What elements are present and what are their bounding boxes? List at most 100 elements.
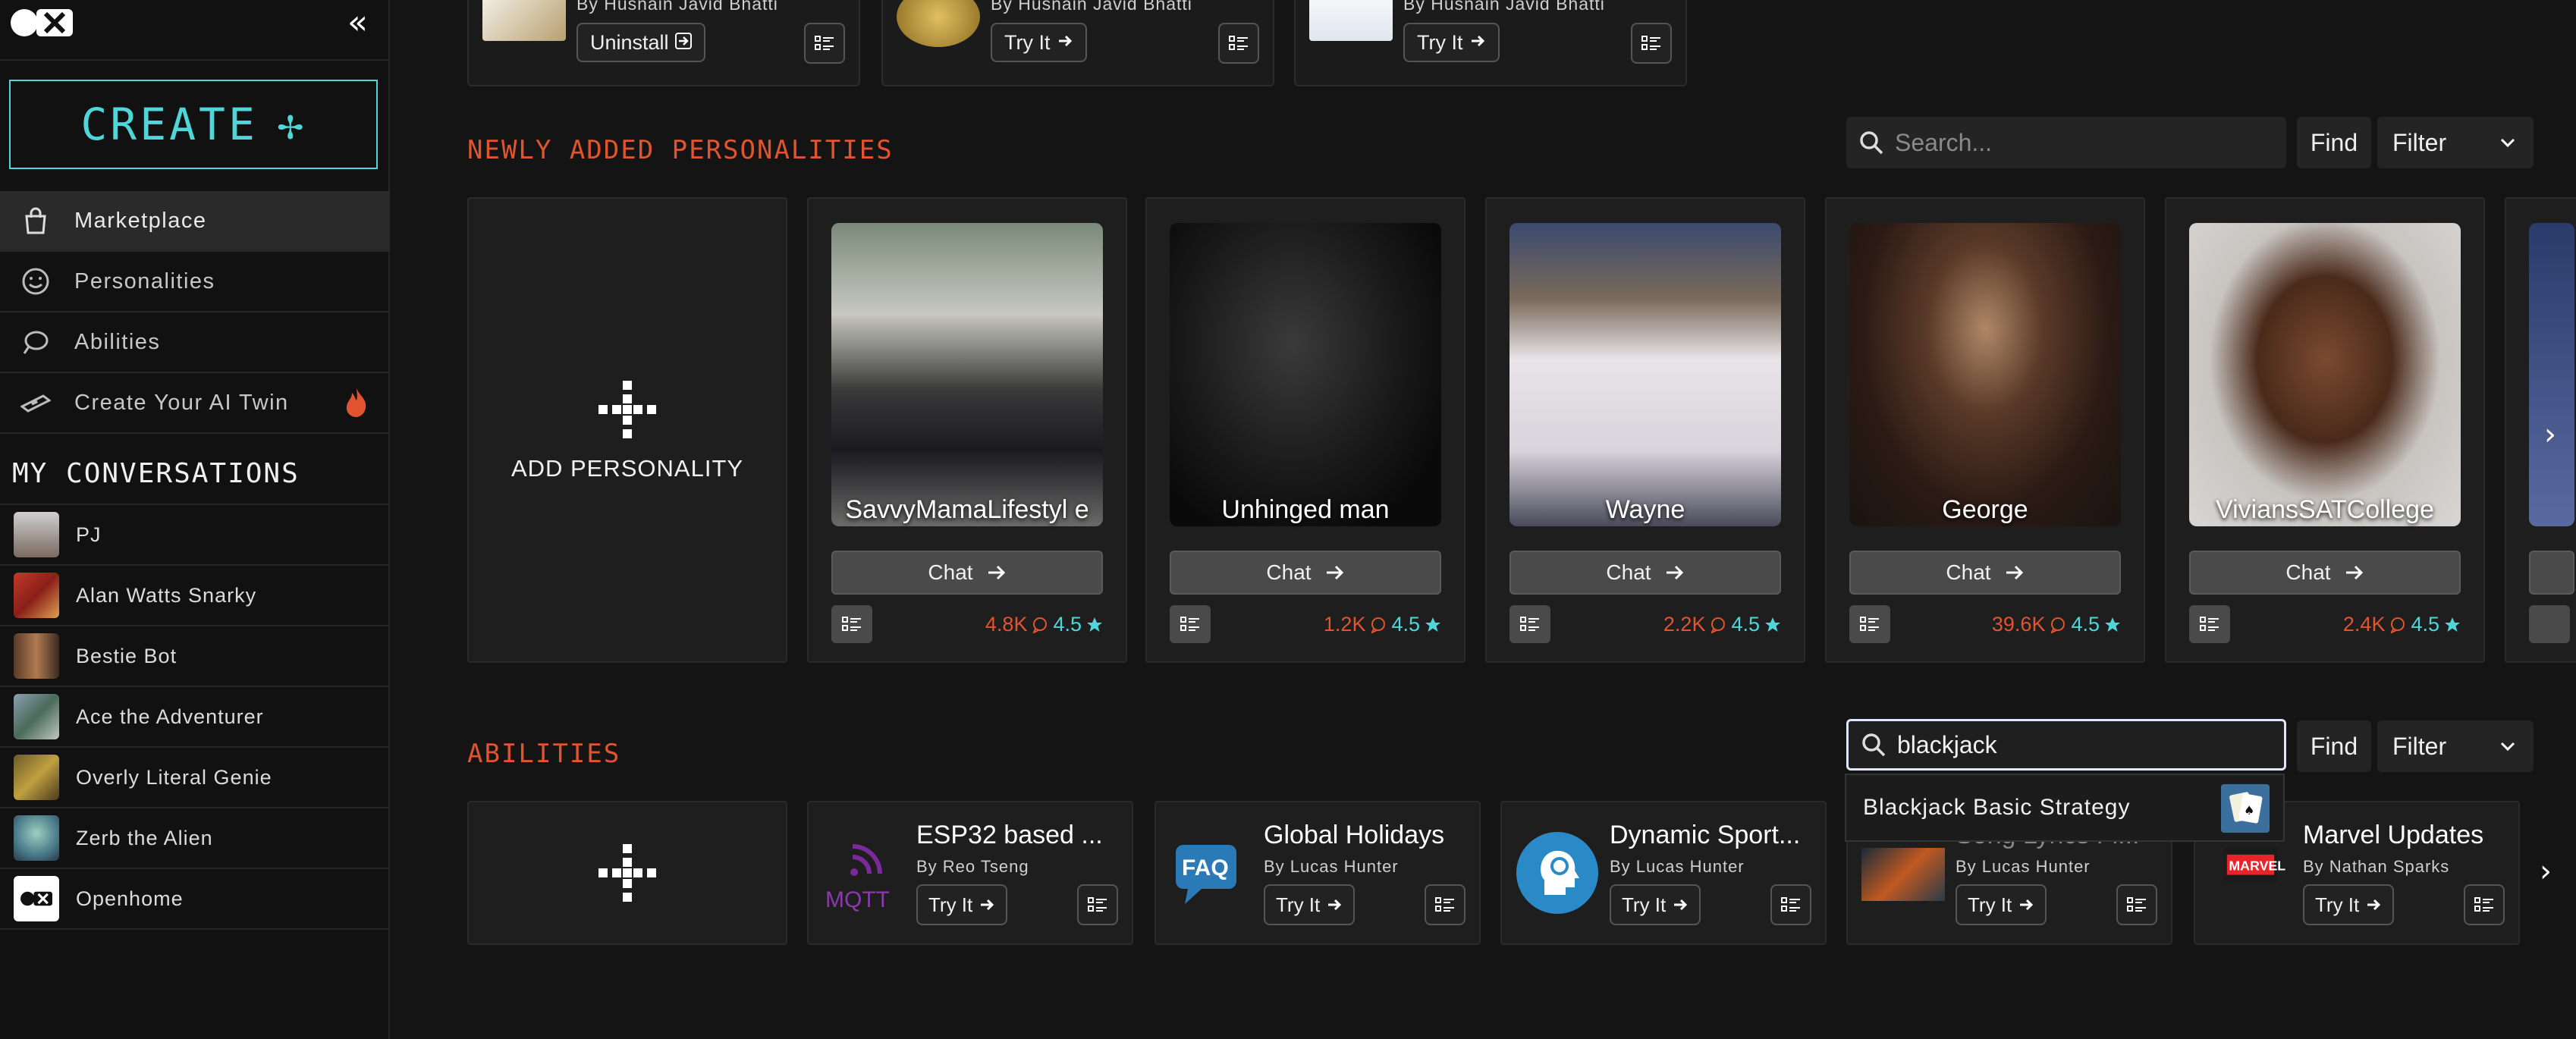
personality-card: Unhinged man Chat 1.2K 4.5 bbox=[1145, 197, 1465, 663]
personalities-search-input[interactable]: Search... bbox=[1846, 117, 2286, 168]
chat-button[interactable]: Chat bbox=[831, 551, 1103, 595]
details-button[interactable] bbox=[1770, 884, 1811, 925]
personality-stats: 2.2K 4.5 bbox=[1663, 613, 1781, 636]
details-button[interactable] bbox=[1218, 23, 1259, 64]
filter-label: Filter bbox=[2392, 128, 2447, 156]
details-button[interactable] bbox=[831, 605, 872, 643]
try-it-button[interactable]: Try It bbox=[1956, 884, 2047, 925]
conversation-item[interactable]: Alan Watts Snarky bbox=[0, 566, 390, 626]
chat-button[interactable]: Chat bbox=[1849, 551, 2121, 595]
avatar bbox=[14, 573, 59, 618]
abilities-find-button[interactable]: Find bbox=[2297, 720, 2371, 772]
nav-personalities[interactable]: Personalities bbox=[0, 252, 390, 312]
ability-author: By Nathan Sparks bbox=[2303, 857, 2450, 876]
conversation-item[interactable]: Bestie Bot bbox=[0, 626, 390, 687]
abilities-next-icon[interactable]: › bbox=[2540, 854, 2552, 889]
personality-card: SavvyMamaLifestyl e Chat 4.8K 4.5 bbox=[807, 197, 1127, 663]
details-button[interactable] bbox=[1077, 884, 1118, 925]
try-it-button[interactable]: Try It bbox=[916, 884, 1008, 925]
personality-photo[interactable] bbox=[1170, 223, 1441, 526]
details-button[interactable] bbox=[1170, 605, 1211, 643]
personality-stats: 1.2K 4.5 bbox=[1324, 613, 1441, 636]
arrow-right-icon bbox=[981, 899, 994, 911]
ability-thumbnail bbox=[482, 0, 566, 41]
shopping-bag-icon bbox=[20, 205, 52, 237]
mqtt-icon: MQTT bbox=[825, 844, 890, 912]
details-button[interactable] bbox=[2464, 884, 2505, 925]
abilities-filter-dropdown[interactable]: Filter bbox=[2377, 720, 2534, 772]
search-icon bbox=[1862, 733, 1886, 757]
details-button[interactable] bbox=[2116, 884, 2157, 925]
chat-button[interactable]: Chat bbox=[1509, 551, 1781, 595]
conversation-item[interactable]: Overly Literal Genie bbox=[0, 748, 390, 808]
create-button[interactable]: CREATE ✢ bbox=[9, 80, 378, 169]
conversation-item[interactable]: PJ bbox=[0, 505, 390, 566]
arrow-right-icon bbox=[2367, 899, 2381, 911]
my-conversations-title: MY CONVERSATIONS bbox=[12, 458, 300, 489]
chat-bubble-icon bbox=[1032, 617, 1048, 633]
try-it-button[interactable]: Try It bbox=[1403, 23, 1500, 62]
chat-count: 2.2K bbox=[1663, 613, 1706, 636]
try-it-button[interactable]: Try It bbox=[2303, 884, 2395, 925]
uninstall-button[interactable]: Uninstall bbox=[576, 23, 705, 62]
try-it-button[interactable]: Try It bbox=[1610, 884, 1701, 925]
nav-label: Personalities bbox=[74, 268, 215, 293]
nav-abilities[interactable]: Abilities bbox=[0, 312, 390, 373]
personality-photo[interactable] bbox=[1849, 223, 2121, 526]
personality-name: ViviansSATCollege bbox=[2216, 495, 2434, 524]
personality-photo[interactable] bbox=[831, 223, 1103, 526]
ability-card: FAQ Global Holidays By Lucas Hunter Try … bbox=[1154, 801, 1481, 945]
openhome-avatar bbox=[14, 876, 59, 921]
collapse-sidebar-icon[interactable]: « bbox=[347, 6, 368, 39]
faq-icon: FAQ bbox=[1176, 845, 1236, 904]
app-root: « CREATE ✢ Marketplace Personalities Abi… bbox=[0, 0, 2576, 1039]
chat-label: Chat bbox=[2285, 560, 2331, 584]
personalities-filter-dropdown[interactable]: Filter bbox=[2377, 117, 2534, 168]
star-icon bbox=[2445, 617, 2460, 632]
avatar bbox=[14, 633, 59, 679]
try-it-button[interactable]: Try It bbox=[991, 23, 1087, 62]
star-icon bbox=[1087, 617, 1102, 632]
details-button[interactable] bbox=[804, 23, 845, 64]
chat-label: Chat bbox=[1606, 560, 1651, 584]
personality-photo[interactable] bbox=[2529, 223, 2574, 526]
personalities-find-button[interactable]: Find bbox=[2297, 117, 2371, 168]
personality-stats: 4.8K 4.5 bbox=[985, 613, 1103, 636]
arrow-right-icon bbox=[1057, 31, 1073, 55]
details-button[interactable] bbox=[1509, 605, 1550, 643]
chat-bubble-icon bbox=[2390, 617, 2405, 633]
nav-marketplace[interactable]: Marketplace bbox=[0, 191, 390, 252]
chat-button[interactable]: Chat bbox=[1170, 551, 1441, 595]
avatar bbox=[14, 755, 59, 800]
details-button[interactable] bbox=[1631, 23, 1672, 64]
ability-card: By Husnain Javid Bhatti Try It bbox=[881, 0, 1274, 86]
details-button[interactable] bbox=[1425, 884, 1465, 925]
abilities-search-input[interactable]: blackjack bbox=[1846, 719, 2286, 771]
list-icon bbox=[2127, 897, 2146, 912]
add-ability-button[interactable] bbox=[467, 801, 787, 945]
details-button[interactable] bbox=[2529, 605, 2570, 643]
plus-icon bbox=[598, 844, 656, 902]
conversation-item[interactable]: Openhome bbox=[0, 869, 390, 930]
chat-button[interactable]: Chat bbox=[2189, 551, 2461, 595]
openhome-logo[interactable] bbox=[9, 6, 74, 39]
details-button[interactable] bbox=[1849, 605, 1890, 643]
try-it-button[interactable]: Try It bbox=[1264, 884, 1356, 925]
details-button[interactable] bbox=[2189, 605, 2230, 643]
try-it-label: Try It bbox=[1004, 30, 1051, 54]
rating-value: 4.5 bbox=[2071, 613, 2100, 636]
ability-thumbnail bbox=[1861, 848, 1945, 901]
list-icon bbox=[1435, 897, 1454, 912]
personality-photo[interactable] bbox=[2189, 223, 2461, 526]
fire-icon bbox=[346, 388, 366, 417]
conversation-item[interactable]: Zerb the Alien bbox=[0, 808, 390, 869]
add-personality-button[interactable]: ADD PERSONALITY bbox=[467, 197, 787, 663]
personalities-next-icon[interactable]: › bbox=[2544, 417, 2556, 452]
svg-text:♠: ♠ bbox=[2244, 803, 2255, 818]
nav-label: Abilities bbox=[74, 329, 161, 354]
search-suggestion-item[interactable]: Blackjack Basic Strategy ♠ bbox=[1845, 774, 2285, 842]
personality-photo[interactable] bbox=[1509, 223, 1781, 526]
nav-create-ai-twin[interactable]: Create Your AI Twin bbox=[0, 373, 390, 434]
conversation-item[interactable]: Ace the Adventurer bbox=[0, 687, 390, 748]
chat-button[interactable] bbox=[2529, 551, 2574, 595]
